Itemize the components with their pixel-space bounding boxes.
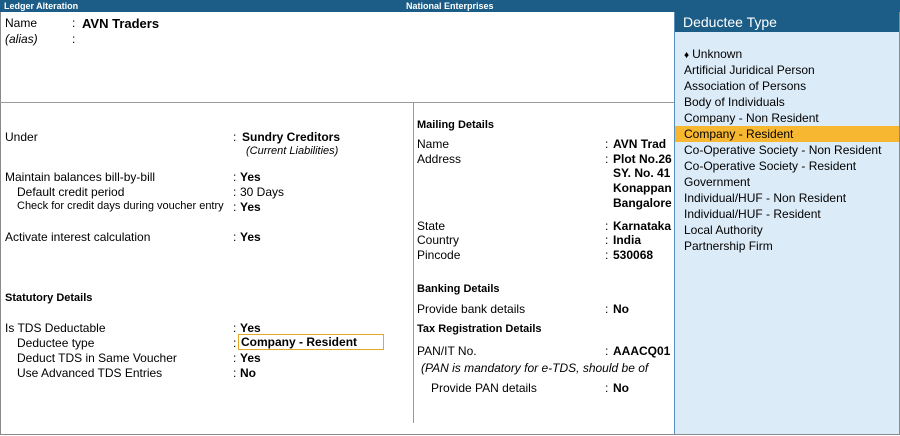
address-line[interactable]: Plot No.26 xyxy=(613,152,672,166)
pincode-label: Pincode xyxy=(417,248,461,262)
mailing-name-label: Name xyxy=(417,137,450,151)
advanced-tds-label: Use Advanced TDS Entries xyxy=(17,366,163,380)
bank-details-label: Provide bank details xyxy=(417,302,526,316)
list-item[interactable]: Government xyxy=(675,174,899,190)
colon: : xyxy=(233,366,237,380)
same-voucher-label: Deduct TDS in Same Voucher xyxy=(17,351,177,365)
statutory-heading: Statutory Details xyxy=(5,292,93,304)
pan-note: (PAN is mandatory for e-TDS, should be o… xyxy=(421,361,649,375)
colon: : xyxy=(233,230,237,244)
list-item[interactable]: Co-Operative Society - Resident xyxy=(675,158,899,174)
colon: : xyxy=(233,185,237,199)
colon: : xyxy=(233,321,237,335)
colon: : xyxy=(233,336,237,350)
deductee-type-field[interactable]: Company - Resident xyxy=(238,334,384,350)
list-item[interactable]: Individual/HUF - Non Resident xyxy=(675,190,899,206)
address-label: Address xyxy=(417,152,462,166)
credit-period-field[interactable]: 30 Days xyxy=(240,185,284,199)
advanced-tds-field[interactable]: No xyxy=(240,366,256,380)
name-label: Name xyxy=(5,16,38,30)
under-field[interactable]: Sundry Creditors xyxy=(242,130,340,144)
colon: : xyxy=(233,130,237,144)
screen-title: Ledger Alteration xyxy=(4,1,79,11)
pan-label: PAN/IT No. xyxy=(417,344,477,358)
company-name: National Enterprises xyxy=(406,1,494,11)
provide-pan-label: Provide PAN details xyxy=(431,381,537,395)
alias-label: (alias) xyxy=(5,32,38,46)
banking-heading: Banking Details xyxy=(417,283,500,295)
title-bar: Ledger Alteration National Enterprises xyxy=(0,0,900,12)
list-item[interactable]: Company - Non Resident xyxy=(675,110,899,126)
tax-heading: Tax Registration Details xyxy=(417,323,542,335)
colon: : xyxy=(233,170,237,184)
mailing-heading: Mailing Details xyxy=(417,119,495,131)
address-line[interactable]: SY. No. 41 xyxy=(613,166,670,180)
bank-details-field[interactable]: No xyxy=(613,302,629,316)
tds-deductable-field[interactable]: Yes xyxy=(240,321,261,335)
deductee-type-label: Deductee type xyxy=(17,336,95,350)
credit-period-label: Default credit period xyxy=(17,185,125,199)
check-credit-days-label: Check for credit days during voucher ent… xyxy=(17,200,224,212)
check-credit-days-field[interactable]: Yes xyxy=(240,200,261,214)
list-item[interactable]: Individual/HUF - Resident xyxy=(675,206,899,222)
list-item-unknown[interactable]: ♦ Unknown xyxy=(675,46,899,62)
colon: : xyxy=(605,152,609,166)
list-item[interactable]: Local Authority xyxy=(675,222,899,238)
divider xyxy=(413,103,414,423)
mailing-name-field[interactable]: AVN Trad xyxy=(613,137,666,151)
colon: : xyxy=(605,219,609,233)
list-item[interactable]: Partnership Firm xyxy=(675,238,899,254)
pincode-field[interactable]: 530068 xyxy=(613,248,653,262)
colon: : xyxy=(605,302,609,316)
tds-deductable-label: Is TDS Deductable xyxy=(5,321,106,335)
colon: : xyxy=(72,32,76,46)
interest-field[interactable]: Yes xyxy=(240,230,261,244)
list-item-selected[interactable]: Company - Resident xyxy=(675,126,899,142)
colon: : xyxy=(605,381,609,395)
state-label: State xyxy=(417,219,446,233)
same-voucher-field[interactable]: Yes xyxy=(240,351,261,365)
colon: : xyxy=(605,344,609,358)
under-group-hint: (Current Liabilities) xyxy=(246,145,339,157)
colon: : xyxy=(233,200,237,214)
interest-label: Activate interest calculation xyxy=(5,230,151,244)
list-item[interactable]: Artificial Juridical Person xyxy=(675,62,899,78)
address-line[interactable]: Bangalore xyxy=(613,196,672,210)
bill-by-bill-field[interactable]: Yes xyxy=(240,170,261,184)
colon: : xyxy=(605,137,609,151)
list-title: Deductee Type xyxy=(675,12,899,32)
country-label: Country xyxy=(417,233,460,247)
under-label: Under xyxy=(5,130,38,144)
address-line[interactable]: Konappan xyxy=(613,181,672,195)
list-item[interactable]: Association of Persons xyxy=(675,78,899,94)
pan-field[interactable]: AAACQ01 xyxy=(613,344,670,358)
colon: : xyxy=(605,233,609,247)
state-field[interactable]: Karnataka xyxy=(613,219,671,233)
diamond-icon: ♦ xyxy=(684,50,690,61)
colon: : xyxy=(72,16,76,30)
provide-pan-field[interactable]: No xyxy=(613,381,629,395)
colon: : xyxy=(233,351,237,365)
list-item[interactable]: Body of Individuals xyxy=(675,94,899,110)
ledger-name-field[interactable]: AVN Traders xyxy=(82,16,159,31)
divider xyxy=(0,102,674,103)
deductee-type-list: Deductee Type ♦ Unknown Artificial Juridi… xyxy=(674,12,899,434)
country-field[interactable]: India xyxy=(613,233,641,247)
list-item[interactable]: Co-Operative Society - Non Resident xyxy=(675,142,899,158)
colon: : xyxy=(605,248,609,262)
bill-by-bill-label: Maintain balances bill-by-bill xyxy=(5,170,156,184)
